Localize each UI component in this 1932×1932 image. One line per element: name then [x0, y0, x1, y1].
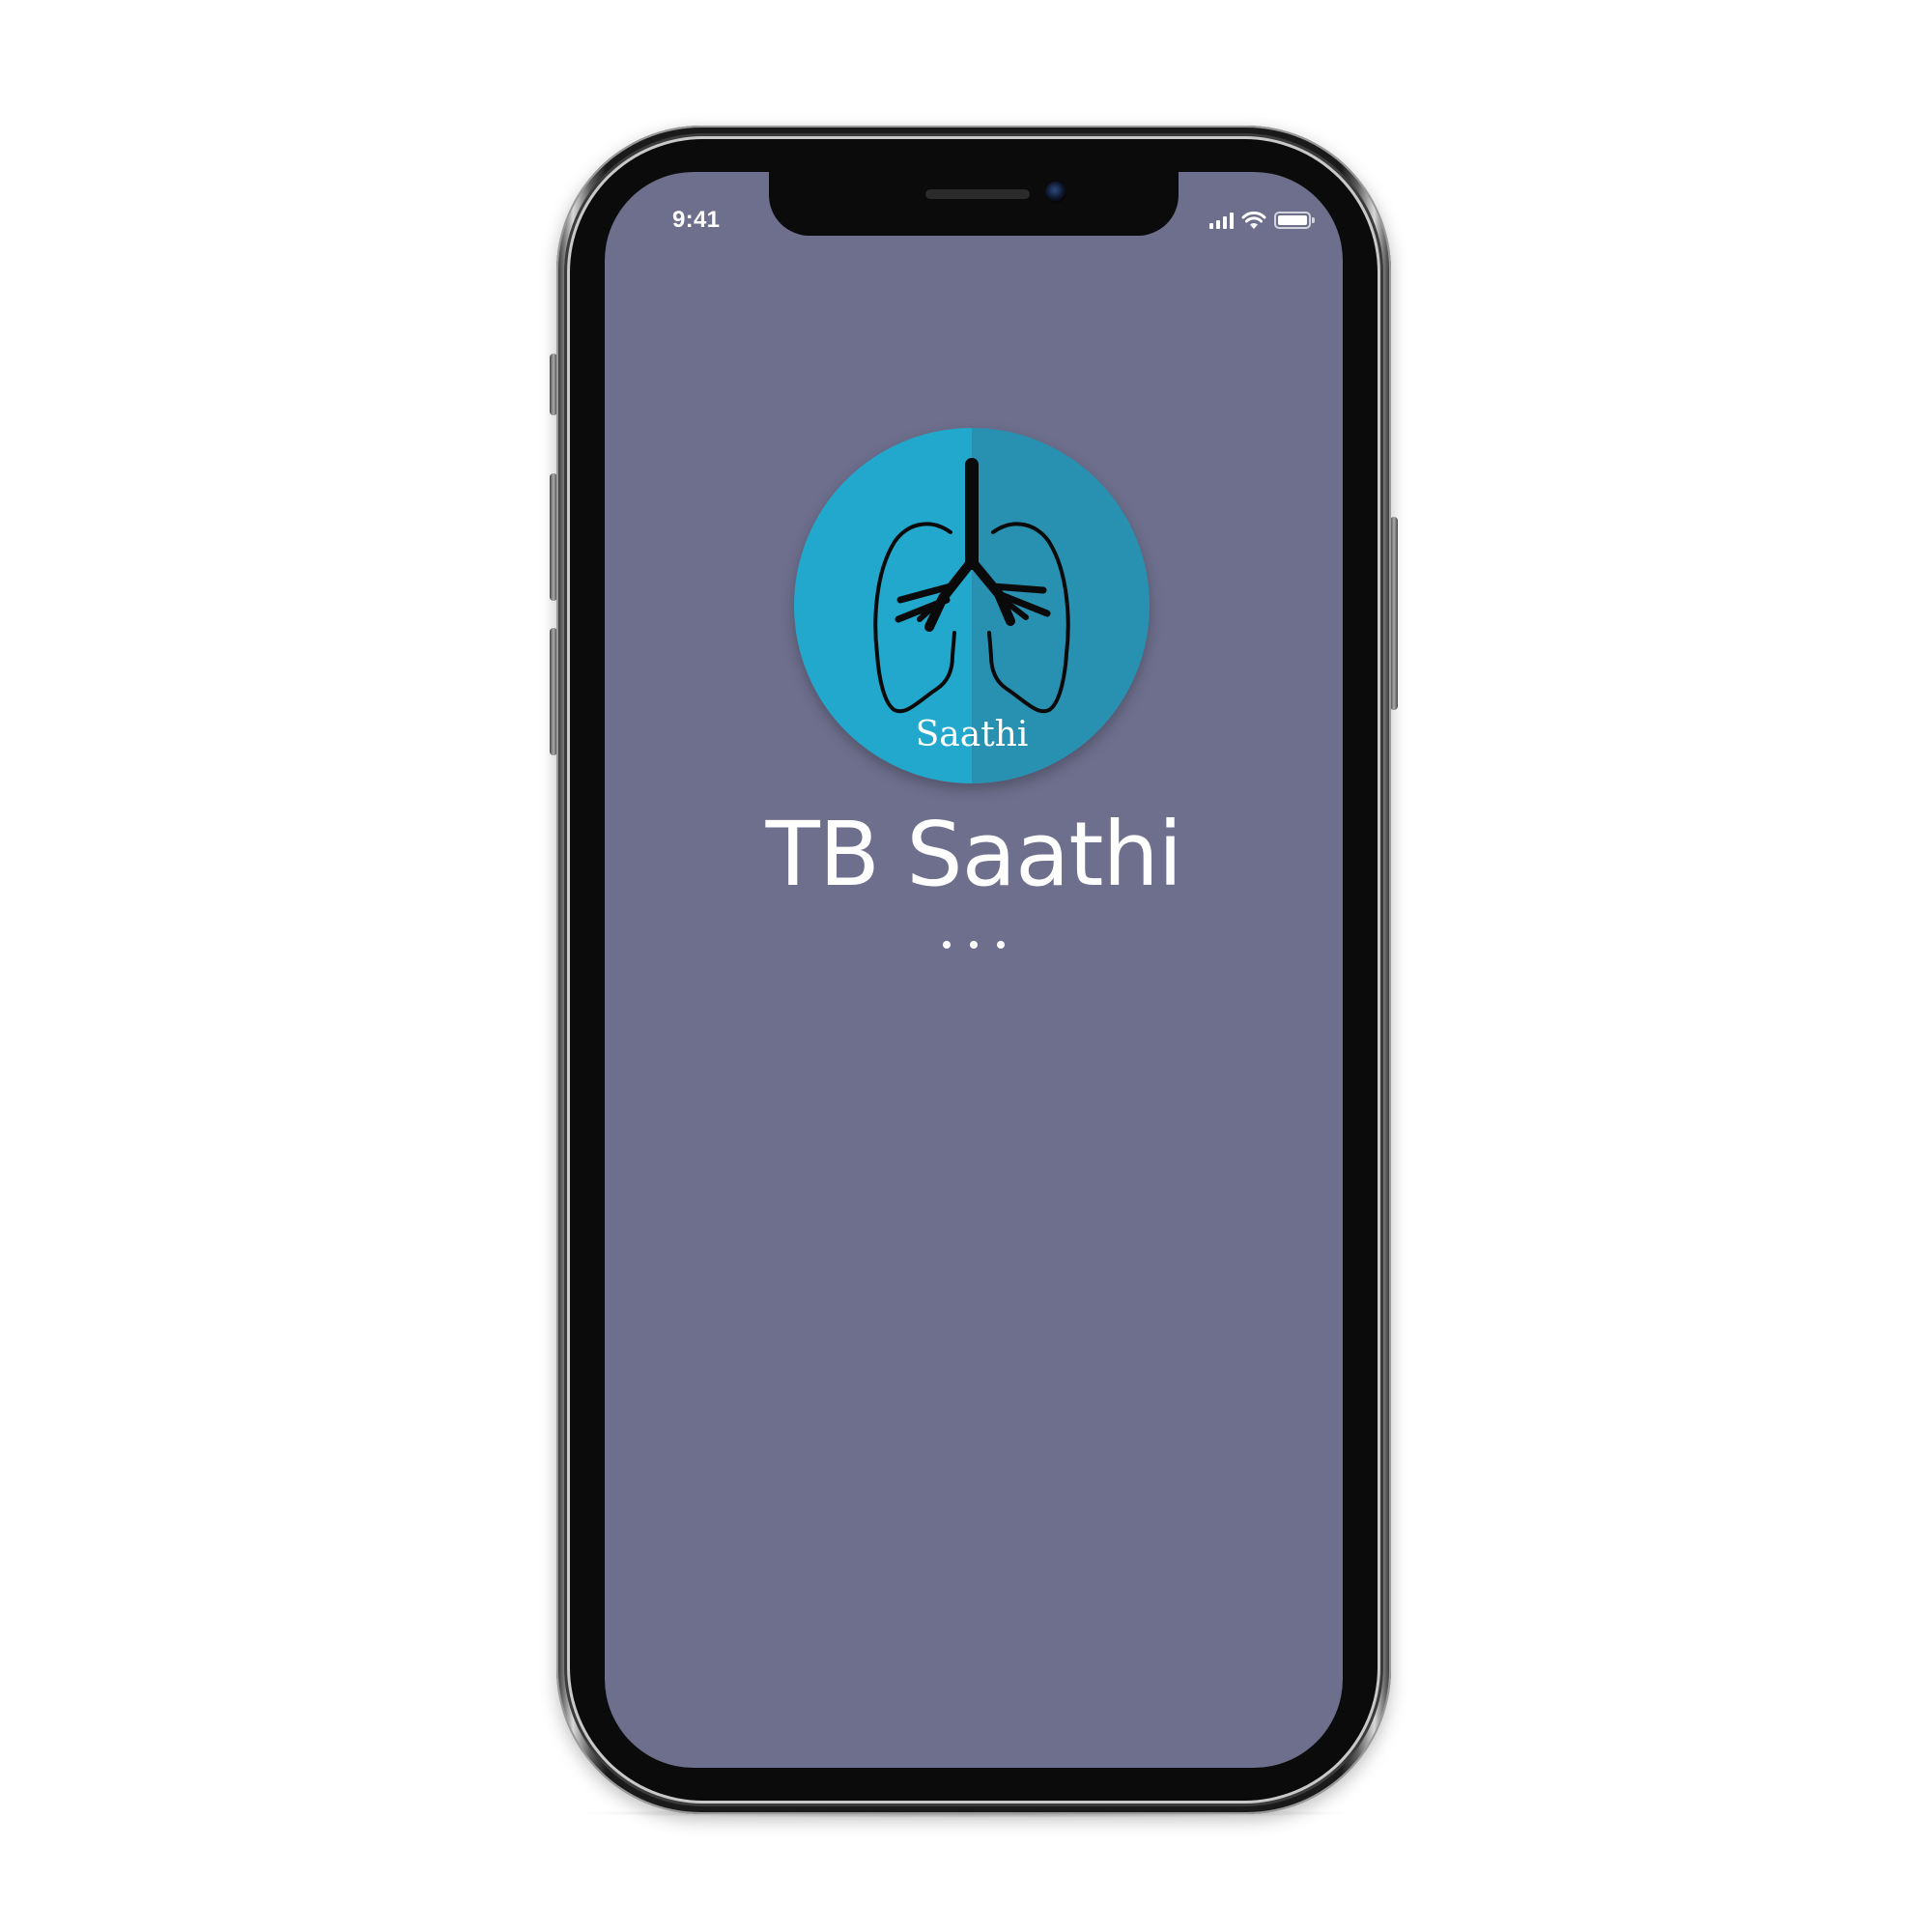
loading-indicator [943, 941, 1005, 951]
phone-screen: 9:41 Saathi TB Saathi [605, 172, 1343, 1768]
loading-dot [970, 941, 978, 949]
status-icons [1209, 207, 1325, 234]
wifi-icon [1241, 211, 1266, 229]
cellular-signal-icon [1209, 212, 1234, 229]
battery-level-fill [1278, 215, 1307, 225]
notch [769, 172, 1179, 236]
status-time: 9:41 [672, 207, 721, 233]
battery-icon [1274, 212, 1315, 229]
power-button [1390, 517, 1398, 710]
logo-text: Saathi [915, 715, 1029, 754]
app-logo: Saathi [794, 428, 1150, 783]
front-camera-icon [1045, 182, 1066, 203]
loading-dot [997, 941, 1005, 949]
app-title: TB Saathi [765, 803, 1183, 906]
loading-dot [943, 941, 951, 949]
battery-cap [1312, 217, 1315, 223]
speaker-grille [925, 189, 1030, 199]
page: 9:41 Saathi TB Saathi [0, 0, 1932, 1932]
